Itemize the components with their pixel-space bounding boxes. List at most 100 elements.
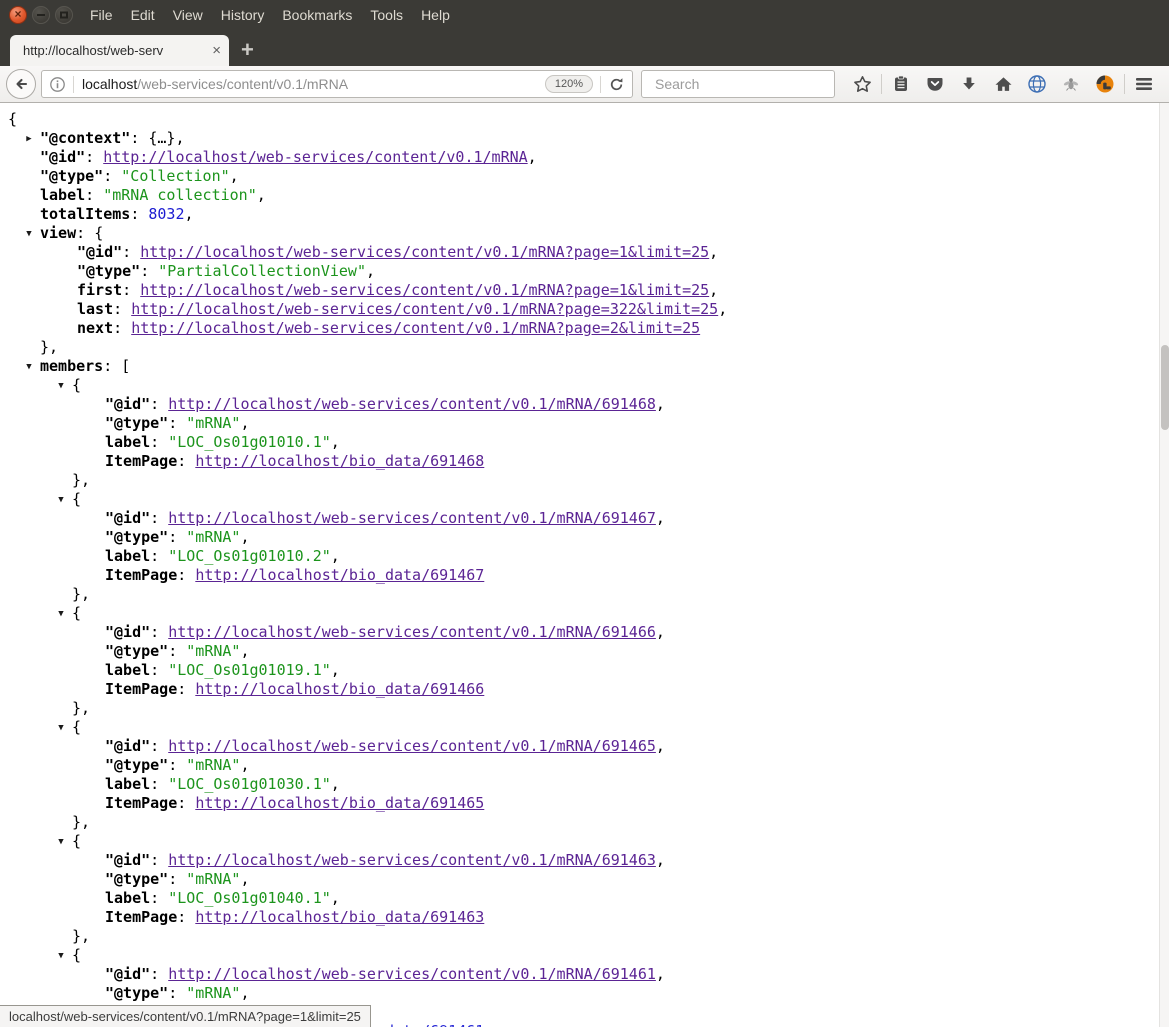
url-bar[interactable]: localhost/web-services/content/v0.1/mRNA… (41, 70, 633, 98)
close-window-button[interactable]: × (9, 6, 27, 24)
menu-bookmarks[interactable]: Bookmarks (273, 3, 361, 27)
json-key: "@id" (105, 737, 150, 755)
bookmark-star-button[interactable] (845, 71, 879, 97)
json-link[interactable]: http://localhost/web-services/content/v0… (140, 281, 709, 299)
home-button[interactable] (986, 71, 1020, 97)
toolbar-separator (881, 74, 882, 94)
vertical-scrollbar[interactable] (1159, 103, 1169, 1027)
orange-extension-button[interactable] (1088, 71, 1122, 97)
member-itempage-link[interactable]: http://localhost/bio_data/691466 (195, 680, 484, 698)
reload-icon (609, 77, 624, 92)
reading-list-button[interactable] (884, 71, 918, 97)
collapse-toggle-icon[interactable]: ▼ (54, 833, 68, 852)
json-line: last: http://localhost/web-services/cont… (0, 300, 1169, 319)
json-link[interactable]: http://localhost/web-services/content/v0… (103, 148, 527, 166)
json-line: label: "LOC_Os01g01030.1", (0, 775, 1169, 794)
orange-extension-icon (1095, 74, 1115, 94)
menu-help[interactable]: Help (412, 3, 459, 27)
tab-localhost[interactable]: http://localhost/web-serv × (10, 35, 229, 66)
json-line: ▼{ (0, 490, 1169, 509)
json-link[interactable]: http://localhost/web-services/content/v0… (131, 300, 718, 318)
json-line: next: http://localhost/web-services/cont… (0, 319, 1169, 338)
member-id-link[interactable]: http://localhost/web-services/content/v0… (168, 509, 656, 527)
json-line-members: ▼members: [ (0, 357, 1169, 376)
json-link[interactable]: http://localhost/web-services/content/v0… (131, 319, 700, 337)
tab-close-icon[interactable]: × (212, 43, 221, 58)
json-line-id: "@id": http://localhost/web-services/con… (0, 148, 1169, 167)
tab-title: http://localhost/web-serv (23, 43, 207, 58)
search-input[interactable] (655, 76, 836, 92)
collapse-toggle-icon[interactable]: ▼ (54, 491, 68, 510)
json-key: view (40, 224, 76, 242)
json-line: ▼{ (0, 718, 1169, 737)
page-content: { ▶"@context": {…}, "@id": http://localh… (0, 103, 1169, 1027)
json-line: }, (0, 699, 1169, 718)
collapse-toggle-icon[interactable]: ▼ (54, 719, 68, 738)
json-line: ▼{ (0, 946, 1169, 965)
member-id-link[interactable]: http://localhost/web-services/content/v0… (168, 395, 656, 413)
window-controls: × (0, 6, 73, 24)
menu-file[interactable]: File (81, 3, 122, 27)
json-line: "@type": "mRNA", (0, 414, 1169, 433)
home-icon (994, 75, 1013, 94)
member-itempage-link[interactable]: http://localhost/bio_data/691463 (195, 908, 484, 926)
collapse-toggle-icon[interactable]: ▼ (54, 947, 68, 966)
json-line: }, (0, 471, 1169, 490)
pocket-button[interactable] (918, 71, 952, 97)
reload-button[interactable] (609, 77, 624, 92)
json-key: totalItems (40, 205, 130, 223)
json-line-label: label: "mRNA collection", (0, 186, 1169, 205)
json-line: "@type": "mRNA", (0, 528, 1169, 547)
url-input[interactable]: localhost/web-services/content/v0.1/mRNA (82, 76, 545, 92)
scrollbar-thumb[interactable] (1161, 345, 1169, 430)
json-key: "@type" (105, 642, 168, 660)
json-line: first: http://localhost/web-services/con… (0, 281, 1169, 300)
zoom-level-badge[interactable]: 120% (545, 75, 593, 93)
json-string: "LOC_Os01g01010.2" (168, 547, 331, 565)
json-key: "@type" (105, 528, 168, 546)
json-line-context: ▶"@context": {…}, (0, 129, 1169, 148)
collapse-toggle-icon[interactable]: ▼ (54, 377, 68, 396)
json-string: "LOC_Os01g01019.1" (168, 661, 331, 679)
members-list: ▼{ "@id": http://localhost/web-services/… (0, 376, 1169, 946)
json-key: ItemPage (105, 794, 177, 812)
member-id-link[interactable]: http://localhost/web-services/content/v0… (168, 737, 656, 755)
json-line: ItemPage: http://localhost/bio_data/6914… (0, 794, 1169, 813)
menu-history[interactable]: History (212, 3, 274, 27)
json-line: }, (0, 813, 1169, 832)
json-key: last (77, 300, 113, 318)
json-line: label: "LOC_Os01g01010.1", (0, 433, 1169, 452)
download-icon (960, 75, 978, 93)
maximize-window-button[interactable] (55, 6, 73, 24)
menu-view[interactable]: View (164, 3, 212, 27)
member-itempage-link[interactable]: http://localhost/bio_data/691465 (195, 794, 484, 812)
new-tab-button[interactable]: + (241, 37, 254, 63)
member-itempage-link[interactable]: http://localhost/bio_data/691468 (195, 452, 484, 470)
expand-toggle-icon[interactable]: ▶ (22, 130, 36, 149)
back-button[interactable] (6, 69, 36, 99)
json-link[interactable]: http://localhost/web-services/content/v0… (168, 965, 656, 983)
json-line: label: "LOC_Os01g01019.1", (0, 661, 1169, 680)
collapse-toggle-icon[interactable]: ▼ (22, 225, 36, 244)
json-key: "@type" (77, 262, 140, 280)
collapse-toggle-icon[interactable]: ▼ (54, 605, 68, 624)
fly-extension-button[interactable] (1054, 71, 1088, 97)
json-key: "@type" (105, 756, 168, 774)
info-icon[interactable] (49, 76, 66, 93)
collapse-toggle-icon[interactable]: ▼ (22, 358, 36, 377)
member-id-link[interactable]: http://localhost/web-services/content/v0… (168, 851, 656, 869)
downloads-button[interactable] (952, 71, 986, 97)
json-link[interactable]: http://localhost/web-services/content/v0… (140, 243, 709, 261)
member-id-link[interactable]: http://localhost/web-services/content/v0… (168, 623, 656, 641)
member-itempage-link[interactable]: http://localhost/bio_data/691467 (195, 566, 484, 584)
json-key: "@id" (105, 851, 150, 869)
search-box[interactable] (641, 70, 835, 98)
minimize-window-button[interactable] (32, 6, 50, 24)
menu-items: File Edit View History Bookmarks Tools H… (81, 3, 459, 27)
menu-edit[interactable]: Edit (122, 3, 164, 27)
menu-tools[interactable]: Tools (361, 3, 412, 27)
json-collapsed-value[interactable]: {…} (148, 129, 175, 147)
menu-button[interactable] (1127, 71, 1161, 97)
json-number: 8032 (148, 205, 184, 223)
globe-extension-button[interactable] (1020, 71, 1054, 97)
